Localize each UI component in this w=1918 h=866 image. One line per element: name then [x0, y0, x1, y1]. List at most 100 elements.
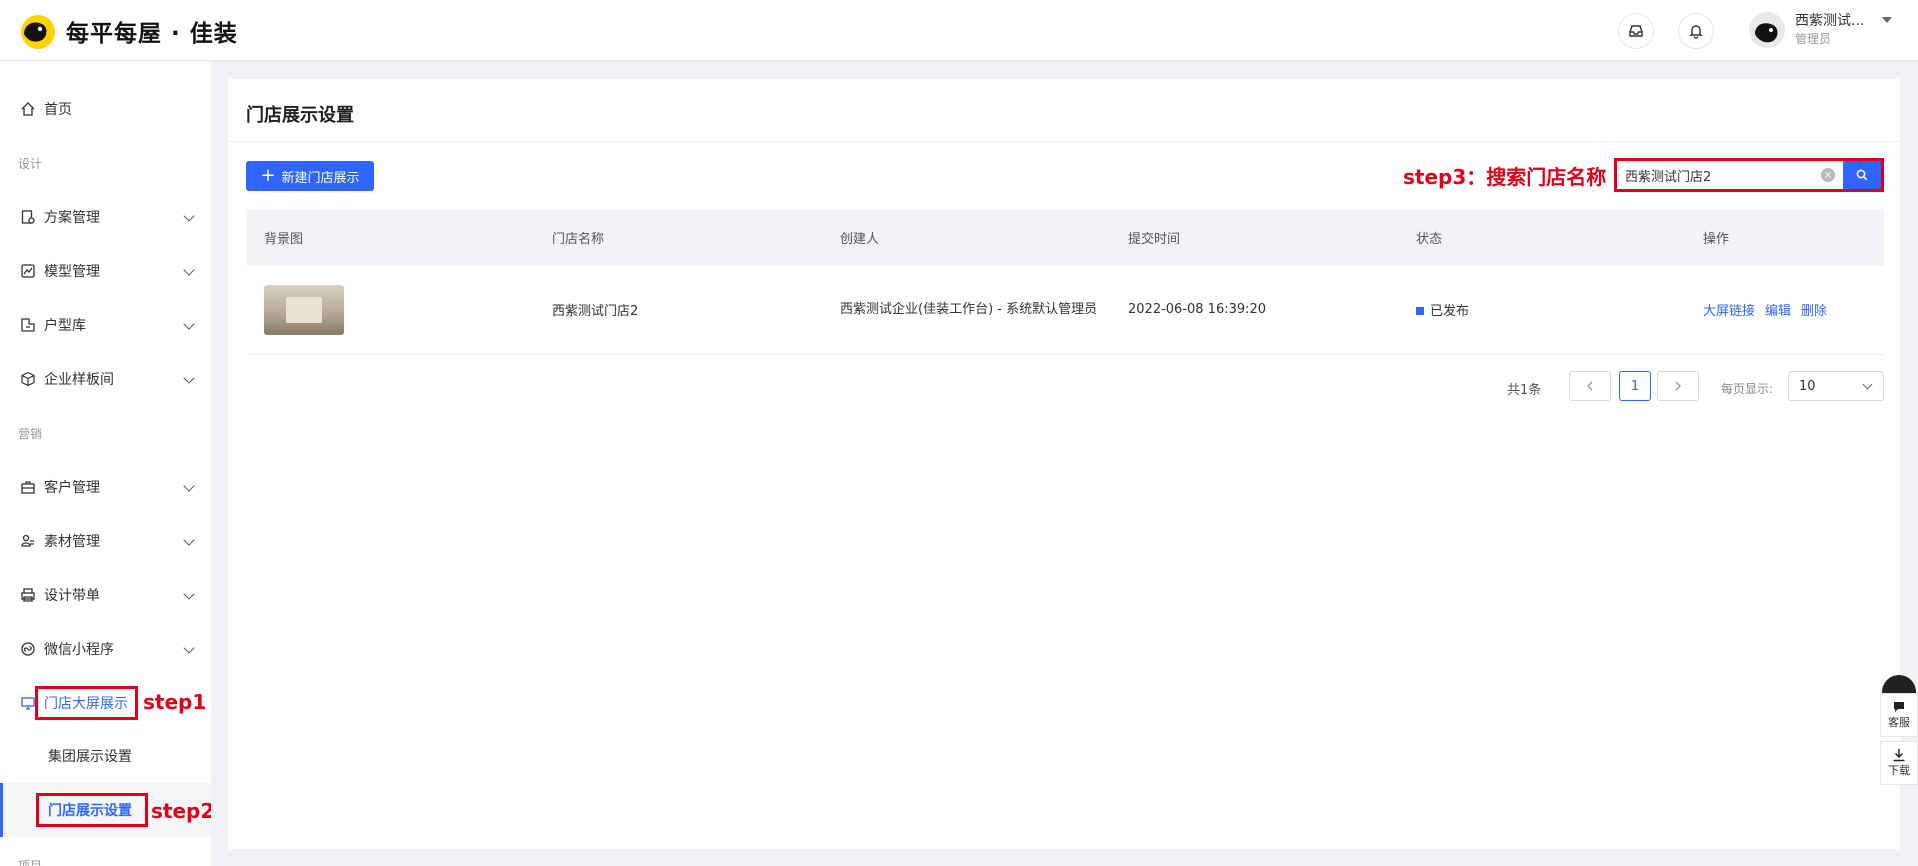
- document-icon: [21, 210, 35, 224]
- sidebar-item-label: 设计带单: [44, 588, 100, 604]
- store-display-table: 背景图 门店名称 创建人 提交时间 状态 操作 西紫测试门店2 西紫测试企业(佳…: [246, 209, 1884, 355]
- download-label: 下载: [1888, 764, 1910, 777]
- page-title: 门店展示设置: [246, 105, 354, 126]
- store-name-cell: 西紫测试门店2: [534, 266, 822, 355]
- sidebar-subitem-group-display[interactable]: 集团展示设置: [0, 729, 211, 783]
- cube-icon: [21, 371, 35, 387]
- sidebar-item-label: 微信小程序: [44, 642, 114, 658]
- user-menu[interactable]: 西紫测试... 管理员: [1749, 12, 1892, 48]
- step3-label: step3：搜索门店名称: [1403, 165, 1607, 189]
- sidebar-item-showroom[interactable]: 企业样板间: [0, 359, 211, 399]
- sidebar-item-floorplan[interactable]: 户型库: [0, 305, 211, 345]
- chevron-down-icon: [183, 318, 195, 330]
- brand-logo[interactable]: 每平每屋 · 佳装: [18, 12, 238, 50]
- download-button[interactable]: 下载: [1880, 741, 1918, 785]
- miniprogram-icon: [21, 642, 35, 656]
- clear-icon[interactable]: ×: [1821, 168, 1835, 182]
- sidebar-item-home[interactable]: 首页: [0, 89, 211, 129]
- new-store-display-label: 新建门店展示: [281, 170, 360, 186]
- chevron-down-icon: [183, 264, 195, 276]
- notification-button[interactable]: [1678, 13, 1714, 49]
- table-row: 西紫测试门店2 西紫测试企业(佳装工作台) - 系统默认管理员 2022-06-…: [246, 266, 1884, 355]
- sidebar-item-customer[interactable]: 客户管理: [0, 467, 211, 507]
- chevron-down-icon: [183, 534, 195, 546]
- sidebar-item-model[interactable]: 模型管理: [0, 251, 211, 291]
- page-size-select[interactable]: 10: [1788, 371, 1884, 401]
- sidebar: 首页 设计 方案管理 模型管理 户型库 企业样板间 营销 客户管理 素材管理 设…: [0, 61, 211, 866]
- chevron-down-icon: [183, 588, 195, 600]
- operations-cell: 大屏链接 编辑 删除: [1685, 266, 1884, 355]
- inbox-button[interactable]: [1618, 13, 1654, 49]
- sidebar-item-miniprogram[interactable]: 微信小程序: [0, 629, 211, 669]
- printer-icon: [21, 588, 35, 602]
- inbox-icon: [1629, 25, 1643, 37]
- logo-icon: [21, 15, 55, 49]
- sidebar-item-label: 户型库: [44, 318, 86, 334]
- nav-group-design: 设计: [18, 157, 43, 171]
- sidebar-item-plan[interactable]: 方案管理: [0, 197, 211, 237]
- divider: [228, 141, 1900, 142]
- sidebar-item-material[interactable]: 素材管理: [0, 521, 211, 561]
- status-cell: 已发布: [1398, 266, 1685, 355]
- search-icon: [1856, 169, 1868, 181]
- top-header: 每平每屋 · 佳装 西紫测试... 管理员: [0, 0, 1918, 61]
- column-header: 创建人: [822, 209, 1110, 266]
- delete-link[interactable]: 删除: [1801, 304, 1827, 319]
- person-card-icon: [21, 534, 34, 547]
- avatar: [1749, 12, 1785, 48]
- sidebar-item-design-order[interactable]: 设计带单: [0, 575, 211, 615]
- search-button[interactable]: [1843, 161, 1881, 189]
- background-thumbnail[interactable]: [264, 284, 344, 335]
- column-header: 门店名称: [534, 209, 822, 266]
- next-page-button[interactable]: [1657, 371, 1699, 401]
- page-button[interactable]: 1: [1619, 371, 1651, 401]
- download-icon: [1893, 749, 1905, 762]
- step1-label: step1: [143, 690, 207, 714]
- prev-page-button[interactable]: [1569, 371, 1611, 401]
- status-dot: [1416, 307, 1424, 316]
- bell-icon: [1689, 25, 1703, 39]
- step1-highlight-box: [35, 686, 138, 720]
- brand-name: 每平每屋 · 佳装: [66, 21, 238, 47]
- caret-down-icon: [1882, 17, 1892, 23]
- submit-time-cell: 2022-06-08 16:39:20: [1110, 266, 1398, 355]
- sidebar-item-label: 首页: [44, 102, 72, 118]
- table-header-row: 背景图 门店名称 创建人 提交时间 状态 操作: [246, 209, 1884, 266]
- user-role: 管理员: [1795, 32, 1832, 46]
- column-header: 背景图: [246, 209, 534, 266]
- chat-icon: [1894, 702, 1904, 712]
- avatar-icon: [1749, 12, 1785, 48]
- chevron-right-icon: [1675, 381, 1681, 391]
- chevron-left-icon: [1587, 381, 1593, 391]
- plus-icon: +: [260, 165, 276, 186]
- chart-icon: [21, 264, 35, 278]
- chevron-down-icon: [183, 480, 195, 492]
- search-input[interactable]: [1617, 161, 1843, 189]
- monitor-icon: [21, 697, 35, 710]
- edit-link[interactable]: 编辑: [1765, 304, 1791, 319]
- chevron-down-icon: [183, 372, 195, 384]
- main-panel: 门店展示设置 + 新建门店展示 step3：搜索门店名称 × 背景图 门店名称 …: [228, 79, 1900, 849]
- new-store-display-button[interactable]: + 新建门店展示: [246, 161, 374, 191]
- column-header: 操作: [1685, 209, 1884, 266]
- background-cell: [246, 266, 534, 355]
- sidebar-item-label: 企业样板间: [44, 372, 114, 388]
- page-size-label: 每页显示:: [1721, 382, 1774, 396]
- chevron-down-icon: [183, 642, 195, 654]
- sidebar-item-label: 客户管理: [44, 480, 100, 496]
- briefcase-icon: [21, 481, 35, 494]
- sidebar-item-label: 模型管理: [44, 264, 100, 280]
- user-name: 西紫测试...: [1795, 13, 1865, 29]
- step2-label: step2: [151, 799, 211, 823]
- nav-group-marketing: 营销: [18, 427, 43, 441]
- customer-service-button[interactable]: 客服: [1880, 693, 1918, 737]
- column-header: 状态: [1398, 209, 1685, 266]
- creator-cell: 西紫测试企业(佳装工作台) - 系统默认管理员: [822, 266, 1110, 355]
- sidebar-item-label: 方案管理: [44, 210, 100, 226]
- chevron-down-icon: [1862, 379, 1873, 390]
- chevron-down-icon: [183, 210, 195, 222]
- floorplan-icon: [21, 318, 35, 332]
- column-header: 提交时间: [1110, 209, 1398, 266]
- pagination-total: 共1条: [1507, 383, 1542, 398]
- screen-link[interactable]: 大屏链接: [1703, 304, 1755, 319]
